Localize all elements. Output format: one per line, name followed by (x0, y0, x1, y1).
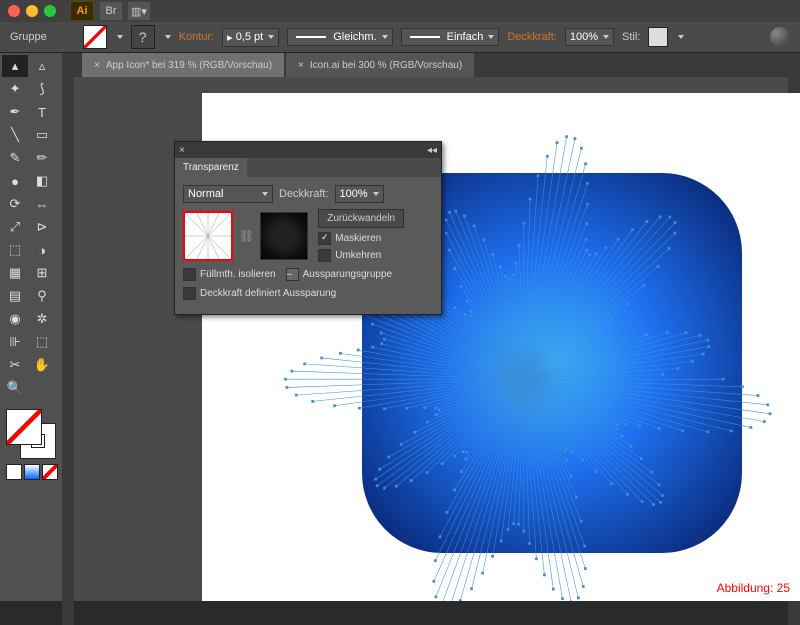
shape-builder-tool[interactable]: ◑ (29, 239, 55, 261)
opacity-label[interactable]: Deckkraft: (507, 31, 557, 43)
titlebar: Ai Br ▥▾ (0, 0, 800, 22)
column-graph-tool[interactable]: ⊪ (2, 331, 28, 353)
selection-tool[interactable]: ▴ (2, 55, 28, 77)
toolbar: ▴ ▵ ✦ ⟆ ✒ T ╲ ▭ ✎ ✏ ● ◧ ⟳ ⇔ ⤢ ⊳ ⬚ ◑ ▦ ⊞ … (0, 53, 62, 601)
pencil-tool[interactable]: ✏ (29, 147, 55, 169)
close-window[interactable] (8, 5, 20, 17)
selection-type-label: Gruppe (10, 31, 47, 43)
panel-tab-transparency[interactable]: Transparenz (175, 158, 247, 177)
width-tool[interactable]: ⊳ (29, 216, 55, 238)
minimize-window[interactable] (26, 5, 38, 17)
zoom-window[interactable] (44, 5, 56, 17)
revert-mask-button[interactable]: Zurückwandeln (318, 209, 404, 228)
blob-brush-tool[interactable]: ● (2, 170, 28, 192)
reflect-tool[interactable]: ⇔ (29, 193, 55, 215)
tab-app-icon[interactable]: ×App Icon* bei 319 % (RGB/Vorschau) (82, 53, 284, 77)
lasso-tool[interactable]: ⟆ (29, 78, 55, 100)
define-opacity-checkbox[interactable]: Deckkraft definiert Aussparung (183, 287, 336, 300)
hand-tool[interactable]: ✋ (29, 354, 55, 376)
slice-tool[interactable]: ✂ (2, 354, 28, 376)
magic-wand-tool[interactable]: ✦ (2, 78, 28, 100)
symbol-sprayer-tool[interactable]: ✲ (29, 308, 55, 330)
paintbrush-tool[interactable]: ✎ (2, 147, 28, 169)
none-mode[interactable] (42, 464, 58, 480)
scale-tool[interactable]: ⤢ (2, 216, 28, 238)
blend-tool[interactable]: ◉ (2, 308, 28, 330)
pen-tool[interactable]: ✒ (2, 101, 28, 123)
panel-opacity-input[interactable]: 100% (335, 185, 384, 203)
stroke-swatch[interactable]: ? (131, 25, 155, 49)
transparency-panel: × ◂◂ Transparenz Normal Deckkraft: 100% … (174, 141, 442, 315)
panel-header[interactable]: × ◂◂ (175, 142, 441, 158)
app-logo: Ai (70, 1, 94, 21)
fill-stroke-control[interactable] (6, 409, 56, 459)
canvas-area: ×App Icon* bei 319 % (RGB/Vorschau) ×Ico… (62, 53, 800, 601)
stroke-weight-input[interactable]: ▸0,5 pt (222, 28, 279, 47)
style-swatch[interactable] (648, 27, 668, 47)
tab-icon-ai[interactable]: ×Icon.ai bei 300 % (RGB/Vorschau) (286, 53, 474, 77)
eyedropper-tool[interactable]: ⚲ (29, 285, 55, 307)
blend-mode-dropdown[interactable]: Normal (183, 185, 273, 203)
knockout-checkbox[interactable]: –Aussparungsgruppe (286, 268, 393, 281)
stroke-join-dropdown[interactable]: Einfach (401, 28, 500, 46)
bridge-button[interactable]: Br (100, 2, 122, 20)
close-tab-icon[interactable]: × (94, 60, 100, 71)
line-tool[interactable]: ╲ (2, 124, 28, 146)
artwork-thumbnail[interactable] (183, 211, 233, 261)
type-tool[interactable]: T (29, 101, 55, 123)
style-label: Stil: (622, 31, 640, 43)
free-transform-tool[interactable]: ⬚ (2, 239, 28, 261)
mask-thumbnail[interactable] (260, 212, 308, 260)
stroke-weight-value: 0,5 pt (236, 31, 264, 43)
fill-dropdown[interactable] (117, 35, 123, 39)
kontur-label[interactable]: Kontur: (179, 31, 214, 43)
link-mask-icon[interactable]: ⛓ (239, 229, 254, 243)
gradient-tool[interactable]: ▤ (2, 285, 28, 307)
mesh-tool[interactable]: ⊞ (29, 262, 55, 284)
panel-close-icon[interactable]: × (179, 145, 185, 156)
zoom-tool[interactable]: 🔍 (2, 377, 28, 399)
style-dropdown[interactable] (678, 35, 684, 39)
color-mode[interactable] (6, 464, 22, 480)
rotate-tool[interactable]: ⟳ (2, 193, 28, 215)
gradient-mode[interactable] (24, 464, 40, 480)
document-tabs: ×App Icon* bei 319 % (RGB/Vorschau) ×Ico… (62, 53, 800, 77)
clip-checkbox[interactable]: Maskieren (318, 232, 404, 245)
eraser-tool[interactable]: ◧ (29, 170, 55, 192)
figure-caption: Abbildung: 25 (717, 581, 790, 595)
panel-opacity-label: Deckkraft: (279, 188, 329, 200)
stroke-cap-dropdown[interactable]: Gleichm. (287, 28, 392, 46)
fill-swatch[interactable] (83, 25, 107, 49)
rectangle-tool[interactable]: ▭ (29, 124, 55, 146)
invert-checkbox[interactable]: Umkehren (318, 249, 404, 262)
layout-button[interactable]: ▥▾ (128, 2, 150, 20)
close-tab-icon[interactable]: × (298, 60, 304, 71)
recolor-button[interactable] (770, 27, 790, 47)
isolate-checkbox[interactable]: Füllmth. isolieren (183, 268, 276, 281)
direct-selection-tool[interactable]: ▵ (29, 55, 55, 77)
stroke-dropdown[interactable] (165, 35, 171, 39)
control-bar: Gruppe ? Kontur: ▸0,5 pt Gleichm. Einfac… (0, 22, 800, 53)
artboard-tool[interactable]: ⬚ (29, 331, 55, 353)
perspective-tool[interactable]: ▦ (2, 262, 28, 284)
opacity-input[interactable]: 100% (565, 28, 614, 46)
ruler-origin (62, 77, 74, 625)
